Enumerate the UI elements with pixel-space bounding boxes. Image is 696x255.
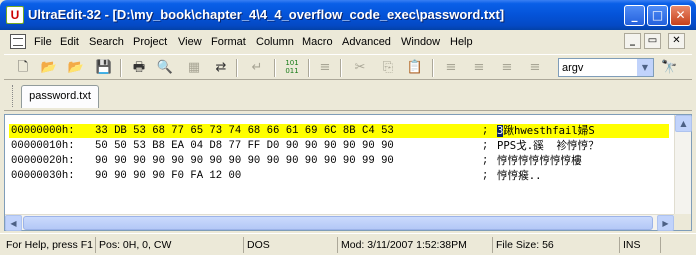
cut-icon[interactable]: ✂ — [351, 59, 369, 76]
minimize-button[interactable]: _ — [624, 5, 645, 26]
save-icon[interactable]: 💾 — [95, 59, 113, 76]
copy-icon[interactable]: ⎘ — [379, 59, 397, 76]
toolbar-separator — [274, 59, 276, 77]
hex-separator: ; — [482, 125, 489, 137]
format-icon[interactable]: ≡ — [316, 59, 334, 76]
menu-search[interactable]: Search — [89, 36, 124, 48]
new-file-icon[interactable]: 🗋 — [14, 59, 32, 76]
maximize-button[interactable]: □ — [647, 5, 668, 26]
hex-address: 00000010h: — [11, 140, 75, 152]
status-mode: INS — [619, 237, 659, 253]
justify-icon[interactable]: ≡ — [526, 59, 544, 76]
hex-ascii-text[interactable]: 悙悙悙悙悙悙悙樓 — [497, 154, 582, 168]
chevron-down-icon[interactable]: ▼ — [637, 59, 653, 76]
toolbar: 🗋 📂 📂 💾 🖶 🔍 ▦ ⇄ ↵ 101 011 ≡ ✂ ⎘ 📋 ≡ ≡ ≡ … — [4, 54, 692, 80]
hex-bytes[interactable]: 33 DB 53 68 77 65 73 74 68 66 61 69 6C 8… — [95, 124, 394, 138]
close-button[interactable]: ✕ — [670, 5, 691, 26]
menu-help[interactable]: Help — [450, 36, 473, 48]
binoculars-find-icon[interactable]: 🔭 — [661, 60, 677, 75]
vertical-scrollbar[interactable]: ▲ — [674, 115, 692, 215]
menu-project[interactable]: Project — [133, 36, 167, 48]
hex-address: 00000000h: — [11, 125, 75, 137]
hex-toggle-icon[interactable]: 101 011 — [283, 59, 301, 76]
ftp-icon[interactable]: ⇄ — [212, 59, 230, 76]
hex-bytes[interactable]: 90 90 90 90 F0 FA 12 00 — [95, 169, 241, 183]
align-center-icon[interactable]: ≡ — [470, 59, 488, 76]
print-preview-icon[interactable]: 🔍 — [156, 59, 174, 76]
status-extra — [660, 237, 696, 253]
status-help: For Help, press F1 — [6, 239, 93, 251]
word-wrap-icon[interactable]: ↵ — [248, 59, 266, 76]
hex-address: 00000020h: — [11, 155, 75, 167]
hex-bytes[interactable]: 90 90 90 90 90 90 90 90 90 90 90 90 90 9… — [95, 154, 394, 168]
scrollbar-corner — [674, 214, 691, 230]
tab-bar: password.txt — [4, 81, 692, 111]
print-icon[interactable]: 🖶 — [130, 59, 148, 76]
paste-icon[interactable]: 📋 — [406, 59, 424, 76]
menu-advanced[interactable]: Advanced — [342, 36, 391, 48]
menu-window[interactable]: Window — [401, 36, 440, 48]
hex-separator: ; — [482, 140, 489, 152]
horizontal-scroll-thumb[interactable] — [23, 216, 653, 230]
hex-ascii[interactable]: 3踿hwesthfail婦S — [497, 124, 595, 138]
hex-edit-icon[interactable]: ▦ — [185, 59, 203, 76]
menu-view[interactable]: View — [178, 36, 202, 48]
toolbar-separator — [308, 59, 310, 77]
toolbar-separator — [120, 59, 122, 77]
hex-ascii-text: 踿hwesthfail婦S — [503, 125, 595, 137]
document-minimize-button[interactable]: _ — [624, 33, 641, 49]
tab-password-txt[interactable]: password.txt — [21, 85, 99, 108]
hex-ascii-text[interactable]: PPS戈.豀 袗悙悙？ — [497, 139, 599, 153]
hex-row[interactable]: 00000000h: 33 DB 53 68 77 65 73 74 68 66… — [9, 124, 669, 138]
open-file-icon[interactable]: 📂 — [40, 59, 58, 76]
toolbar-separator — [236, 59, 238, 77]
document-icon[interactable] — [10, 34, 26, 49]
title-bar[interactable]: U UltraEdit-32 - [D:\my_book\chapter_4\4… — [0, 0, 696, 30]
menu-column[interactable]: Column — [256, 36, 294, 48]
hex-ascii-text[interactable]: 悙悙瘊.. — [497, 169, 542, 183]
hex-row[interactable]: 00000030h: 90 90 90 90 F0 FA 12 00 ; 悙悙瘊… — [9, 169, 669, 183]
menu-format[interactable]: Format — [211, 36, 246, 48]
hex-separator: ; — [482, 170, 489, 182]
toolbar-separator — [340, 59, 342, 77]
scroll-up-button[interactable]: ▲ — [675, 115, 692, 132]
open-recent-icon[interactable]: 📂 — [67, 59, 85, 76]
hex-editor[interactable]: 00000000h: 33 DB 53 68 77 65 73 74 68 66… — [4, 114, 692, 231]
document-restore-button[interactable]: ▭ — [644, 33, 661, 49]
ultraedit-app-icon[interactable]: U — [6, 6, 24, 24]
hex-address: 00000030h: — [11, 170, 75, 182]
menu-file[interactable]: File — [34, 36, 52, 48]
menu-macro[interactable]: Macro — [302, 36, 333, 48]
align-right-icon[interactable]: ≡ — [498, 59, 516, 76]
align-left-icon[interactable]: ≡ — [442, 59, 460, 76]
status-format: DOS — [243, 237, 336, 253]
scroll-left-button[interactable]: ◀ — [5, 215, 22, 231]
hex-row[interactable]: 00000020h: 90 90 90 90 90 90 90 90 90 90… — [9, 154, 669, 168]
status-bar: For Help, press F1 Pos: 0H, 0, CW DOS Mo… — [0, 233, 696, 255]
toolbar-separator — [432, 59, 434, 77]
scroll-right-button[interactable]: ▶ — [657, 215, 674, 231]
document-close-button[interactable]: ✕ — [668, 33, 685, 49]
status-file-size: File Size: 56 — [492, 237, 619, 253]
search-input[interactable] — [559, 59, 635, 76]
horizontal-scrollbar[interactable]: ◀ ▶ — [5, 214, 675, 231]
status-position: Pos: 0H, 0, CW — [95, 237, 243, 253]
menu-edit[interactable]: Edit — [60, 36, 79, 48]
menu-bar: File Edit Search Project View Format Col… — [4, 31, 692, 53]
status-modified: Mod: 3/11/2007 1:52:38PM — [337, 237, 492, 253]
hex-separator: ; — [482, 155, 489, 167]
window-title: UltraEdit-32 - [D:\my_book\chapter_4\4_4… — [28, 7, 505, 22]
hex-bytes[interactable]: 50 50 53 B8 EA 04 D8 77 FF D0 90 90 90 9… — [95, 139, 394, 153]
search-combo[interactable]: ▼ — [558, 58, 654, 77]
hex-row[interactable]: 00000010h: 50 50 53 B8 EA 04 D8 77 FF D0… — [9, 139, 669, 153]
toolbar-grip[interactable] — [12, 85, 15, 107]
